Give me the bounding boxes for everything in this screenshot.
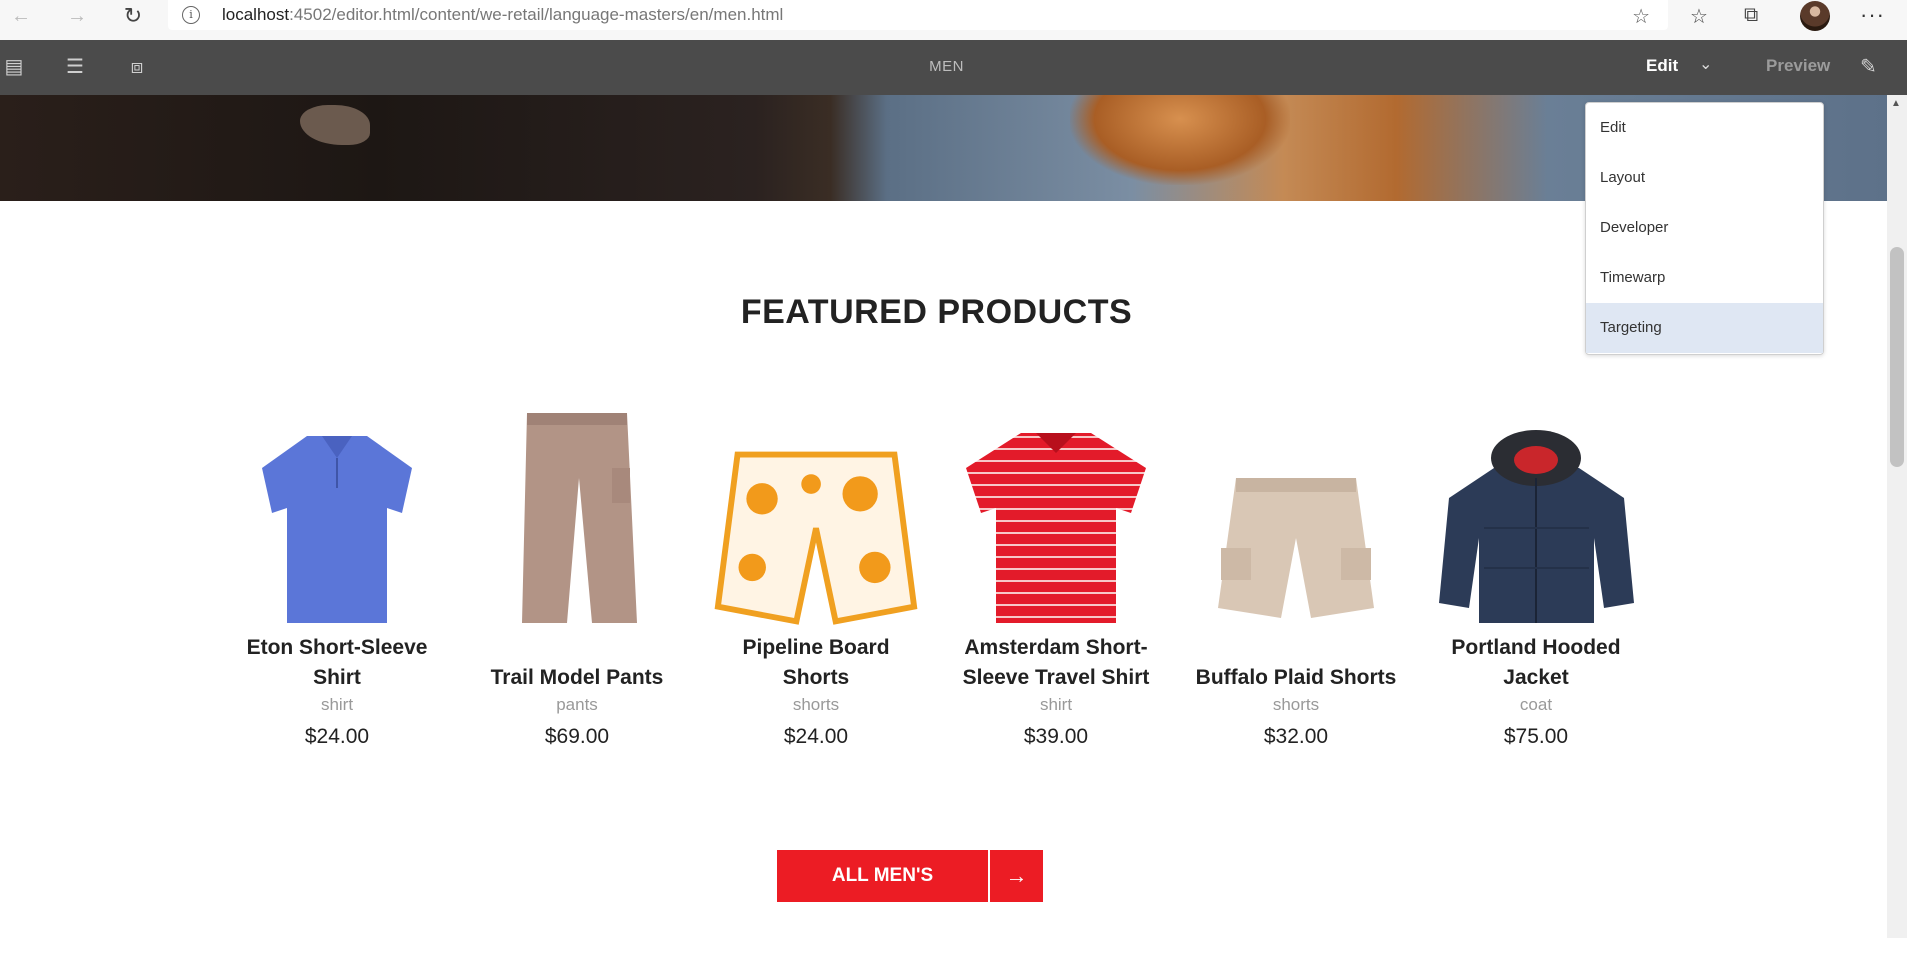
favorites-icon[interactable]: ☆ xyxy=(1690,4,1708,29)
all-mens-products-button[interactable]: ALL MEN'S PRODUCTS → xyxy=(777,850,1043,938)
product-card[interactable]: Eton Short-Sleeve Shirt shirt $24.00 xyxy=(234,388,440,749)
product-category: shirt xyxy=(1039,695,1073,714)
product-card[interactable]: Trail Model Pants pants $69.00 xyxy=(474,388,680,749)
annotations-icon[interactable]: ✎ xyxy=(1860,54,1877,79)
mode-dropdown-menu: Edit Layout Developer Timewarp Targeting xyxy=(1585,102,1824,355)
address-bar[interactable]: i localhost:4502/editor.html/content/we-… xyxy=(168,0,1668,30)
profile-avatar[interactable] xyxy=(1800,1,1830,31)
forward-icon[interactable]: → xyxy=(62,0,92,32)
site-info-icon[interactable]: i xyxy=(182,6,200,24)
collections-icon[interactable]: ⧉ xyxy=(1744,4,1758,27)
product-card[interactable]: Amsterdam Short-Sleeve Travel Shirt shir… xyxy=(953,388,1159,749)
product-card[interactable]: Buffalo Plaid Shorts shorts $32.00 xyxy=(1193,388,1399,749)
hero-boot-shape xyxy=(1070,95,1290,185)
mode-selector-label[interactable]: Edit xyxy=(1646,56,1678,76)
product-image[interactable] xyxy=(1193,388,1399,628)
product-price: $24.00 xyxy=(783,725,849,748)
product-price: $24.00 xyxy=(304,725,370,748)
preview-button[interactable]: Preview xyxy=(1766,56,1830,76)
product-category: coat xyxy=(1519,695,1553,714)
scrollbar-track[interactable] xyxy=(1887,95,1907,938)
product-image[interactable] xyxy=(953,388,1159,628)
product-image[interactable] xyxy=(713,388,919,628)
menu-item-layout[interactable]: Layout xyxy=(1586,153,1823,203)
browser-toolbar: ← → ↻ i localhost:4502/editor.html/conte… xyxy=(0,0,1907,40)
product-image[interactable] xyxy=(474,388,680,628)
url-path: :4502/editor.html/content/we-retail/lang… xyxy=(289,5,784,24)
url-text[interactable]: localhost:4502/editor.html/content/we-re… xyxy=(222,5,783,25)
product-category: shorts xyxy=(1272,695,1320,714)
menu-item-timewarp[interactable]: Timewarp xyxy=(1586,253,1823,303)
refresh-icon[interactable]: ↻ xyxy=(118,0,148,32)
product-name[interactable]: Amsterdam Short-Sleeve Travel Shirt xyxy=(953,633,1159,693)
product-card[interactable]: Portland Hooded Jacket coat $75.00 xyxy=(1433,388,1639,749)
cta-label[interactable]: ALL MEN'S PRODUCTS xyxy=(777,850,988,938)
product-category: shirt xyxy=(320,695,354,714)
blue-polo-shirt-image xyxy=(262,436,412,623)
menu-item-edit[interactable]: Edit xyxy=(1586,103,1823,153)
menu-item-developer[interactable]: Developer xyxy=(1586,203,1823,253)
arrow-right-icon[interactable]: → xyxy=(990,850,1043,902)
beige-cargo-shorts-image xyxy=(1218,478,1374,618)
navy-hooded-jacket-image xyxy=(1438,430,1634,623)
orange-floral-board-shorts-image xyxy=(714,451,918,625)
product-name[interactable]: Eton Short-Sleeve Shirt xyxy=(234,633,440,693)
scrollbar-thumb[interactable] xyxy=(1890,247,1904,467)
product-price: $39.00 xyxy=(1023,725,1089,748)
product-category: shorts xyxy=(792,695,840,714)
product-name[interactable]: Buffalo Plaid Shorts xyxy=(1193,633,1399,693)
product-image[interactable] xyxy=(1433,388,1639,628)
product-name[interactable]: Trail Model Pants xyxy=(474,633,680,693)
menu-item-targeting[interactable]: Targeting xyxy=(1586,303,1823,353)
url-host: localhost xyxy=(222,5,290,24)
product-price: $69.00 xyxy=(544,725,610,748)
product-price: $75.00 xyxy=(1503,725,1569,748)
product-image[interactable] xyxy=(234,388,440,628)
hero-rock-shape xyxy=(300,105,370,145)
product-card[interactable]: Pipeline Board Shorts shorts $24.00 xyxy=(713,388,919,749)
product-name[interactable]: Pipeline Board Shorts xyxy=(713,633,919,693)
product-price: $32.00 xyxy=(1263,725,1329,748)
product-name[interactable]: Portland Hooded Jacket xyxy=(1433,633,1639,693)
more-menu-icon[interactable]: ··· xyxy=(1860,2,1885,28)
khaki-pants-image xyxy=(522,413,637,623)
red-striped-polo-image xyxy=(966,433,1146,623)
product-category: pants xyxy=(556,695,598,714)
editor-toolbar: ▤ ☰ ⧈ MEN Edit ⌄ Preview ✎ xyxy=(0,40,1907,95)
scroll-up-arrow[interactable]: ▲ xyxy=(1891,98,1901,109)
chevron-down-icon[interactable]: ⌄ xyxy=(1699,54,1712,74)
back-icon[interactable]: ← xyxy=(6,0,36,32)
add-favorite-icon[interactable]: ☆ xyxy=(1632,4,1650,29)
page-title: MEN xyxy=(929,58,964,75)
